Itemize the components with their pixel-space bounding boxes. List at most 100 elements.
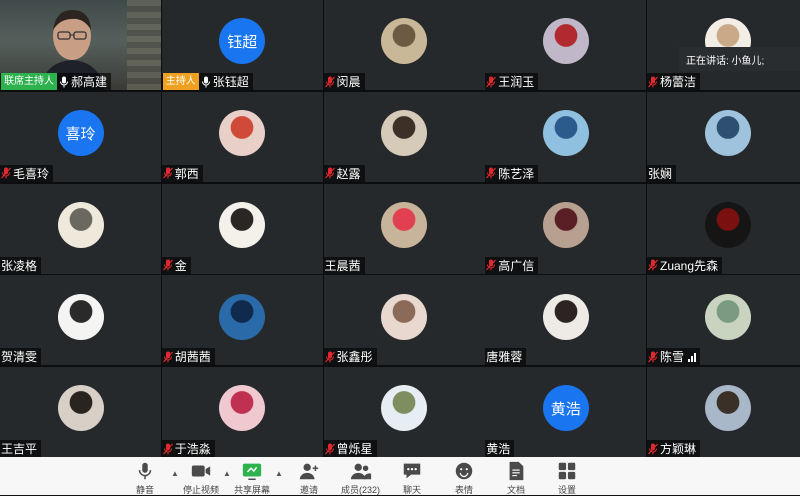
participant-nameplate: 杨蕾洁 — [647, 73, 701, 90]
participant-tile[interactable]: 王润玉 — [485, 0, 647, 90]
avatar-photo — [381, 385, 427, 432]
mic-muted-icon — [648, 259, 658, 271]
participant-tile[interactable]: 于浩淼 — [161, 367, 323, 457]
mute-button[interactable]: 静音 — [134, 460, 156, 496]
chat-bubble-icon — [403, 463, 421, 479]
mic-muted-icon — [162, 167, 173, 179]
participant-tile[interactable]: 陈雪 — [647, 275, 800, 366]
participant-tile[interactable]: 联席主持人 郝高建 — [0, 0, 161, 90]
participant-tile[interactable]: 闵晨 — [323, 0, 485, 90]
mic-muted-icon — [324, 76, 335, 88]
participant-name: 赵露 — [336, 166, 361, 181]
mic-muted-icon — [486, 76, 497, 88]
mic-muted-icon — [324, 167, 335, 179]
microphone-icon — [138, 462, 152, 480]
participant-nameplate: 张鑫彤 — [323, 348, 377, 366]
invite-button[interactable]: 邀请 — [298, 460, 320, 496]
participant-tile[interactable]: 杨蕾洁 — [647, 0, 800, 90]
participant-name: 张凌格 — [1, 258, 38, 273]
avatar-photo — [704, 201, 751, 248]
participant-name: 张娴 — [648, 166, 673, 181]
settings-button[interactable]: 设置 — [556, 460, 578, 496]
participant-tile[interactable]: 张娴 — [647, 91, 800, 182]
share-screen-button[interactable]: 共享屏幕 — [234, 460, 270, 496]
reactions-button[interactable]: 表情 — [453, 460, 475, 496]
participant-name: 金 — [174, 258, 187, 273]
participant-nameplate: 贺清雯 — [0, 348, 42, 366]
participant-nameplate: 唐雅蓉 — [485, 348, 527, 366]
participant-tile[interactable]: 高广信 — [485, 183, 647, 274]
participant-name: 高广信 — [498, 258, 535, 273]
participant-tile[interactable]: 张凌格 — [0, 183, 161, 274]
documents-button[interactable]: 文档 — [505, 460, 527, 496]
participant-name: 陈雪 — [660, 350, 685, 365]
mic-muted-icon — [1, 167, 11, 179]
participant-tile[interactable]: 金 — [161, 183, 323, 274]
avatar-photo — [381, 293, 427, 340]
mute-options-caret[interactable]: ▲ — [171, 469, 179, 478]
avatar-photo — [704, 385, 751, 432]
bookshelf-background — [127, 0, 161, 90]
participant-name: 王吉平 — [1, 442, 38, 456]
participant-name: 胡茜茜 — [174, 350, 211, 365]
participant-tile[interactable]: 胡茜茜 — [161, 275, 323, 366]
avatar-initials: 黄浩 — [542, 385, 589, 432]
participant-name: 曾烁星 — [336, 442, 373, 456]
participants-icon — [350, 463, 371, 480]
participant-name: 黄浩 — [486, 442, 511, 456]
cohost-badge: 联席主持人 — [1, 73, 57, 90]
participant-name: 陈艺泽 — [498, 166, 535, 181]
mic-muted-icon — [648, 76, 658, 88]
stop-video-button[interactable]: 停止视频 — [183, 460, 219, 496]
participant-name: 郭西 — [174, 166, 199, 181]
avatar-photo — [381, 18, 427, 65]
video-options-caret[interactable]: ▲ — [223, 469, 231, 478]
participant-tile[interactable]: 陈艺泽 — [485, 91, 647, 182]
participant-tile[interactable]: 赵露 — [323, 91, 485, 182]
participant-tile[interactable]: 张鑫彤 — [323, 275, 485, 366]
participant-name: 张鑫彤 — [336, 350, 373, 365]
avatar-initials: 钰超 — [219, 18, 266, 65]
participant-name: 杨蕾洁 — [660, 75, 697, 89]
participant-tile[interactable]: 喜玲 毛喜玲 — [0, 91, 161, 182]
chat-button[interactable]: 聊天 — [401, 460, 423, 496]
participant-nameplate: 曾烁星 — [323, 440, 377, 457]
participant-nameplate: 张娴 — [647, 164, 677, 182]
avatar-photo — [219, 110, 266, 157]
document-icon — [509, 461, 524, 481]
participant-tile[interactable]: 钰超主持人 张钰超 — [161, 0, 323, 90]
participant-tile[interactable]: 贺清雯 — [0, 275, 161, 366]
avatar-photo — [542, 110, 589, 157]
participant-nameplate: 王润玉 — [485, 73, 539, 90]
participant-tile[interactable]: 郭西 — [161, 91, 323, 182]
participant-tile[interactable]: Zuang先森 — [647, 183, 800, 274]
avatar-photo — [704, 293, 751, 340]
participant-nameplate: Zuang先森 — [647, 256, 723, 274]
participant-nameplate: 闵晨 — [323, 73, 365, 90]
participant-tile[interactable]: 王晨茜 — [323, 183, 485, 274]
mute-label: 静音 — [135, 485, 154, 495]
avatar-photo — [219, 201, 266, 248]
participant-name: 于浩淼 — [174, 442, 211, 456]
share-options-caret[interactable]: ▲ — [275, 469, 283, 478]
signal-strength-icon — [688, 352, 697, 362]
meeting-toolbar: 静音 ▲ 停止视频 ▲ 共享屏幕 ▲ 邀请 成员(232) 聊天 表情 文档 设… — [0, 457, 800, 495]
avatar-photo — [57, 385, 104, 432]
participants-button[interactable]: 成员(232) — [341, 460, 380, 496]
participant-nameplate: 主持人 张钰超 — [161, 73, 253, 90]
mic-muted-icon — [648, 351, 658, 363]
avatar-photo — [57, 201, 104, 248]
participant-name: Zuang先森 — [660, 258, 719, 273]
participant-name: 张钰超 — [212, 75, 249, 89]
participant-nameplate: 金 — [161, 256, 191, 274]
participant-tile[interactable]: 曾烁星 — [323, 367, 485, 457]
participant-nameplate: 方颖琳 — [647, 440, 701, 457]
participant-tile[interactable]: 方颖琳 — [647, 367, 800, 457]
participants-label: 成员(232) — [341, 485, 381, 495]
participant-tile[interactable]: 王吉平 — [0, 367, 161, 457]
avatar-photo — [381, 110, 427, 157]
participant-nameplate: 郭西 — [161, 164, 203, 182]
participant-tile[interactable]: 唐雅蓉 — [485, 275, 647, 366]
share-screen-label: 共享屏幕 — [234, 485, 271, 495]
participant-tile[interactable]: 黄浩 黄浩 — [485, 367, 647, 457]
